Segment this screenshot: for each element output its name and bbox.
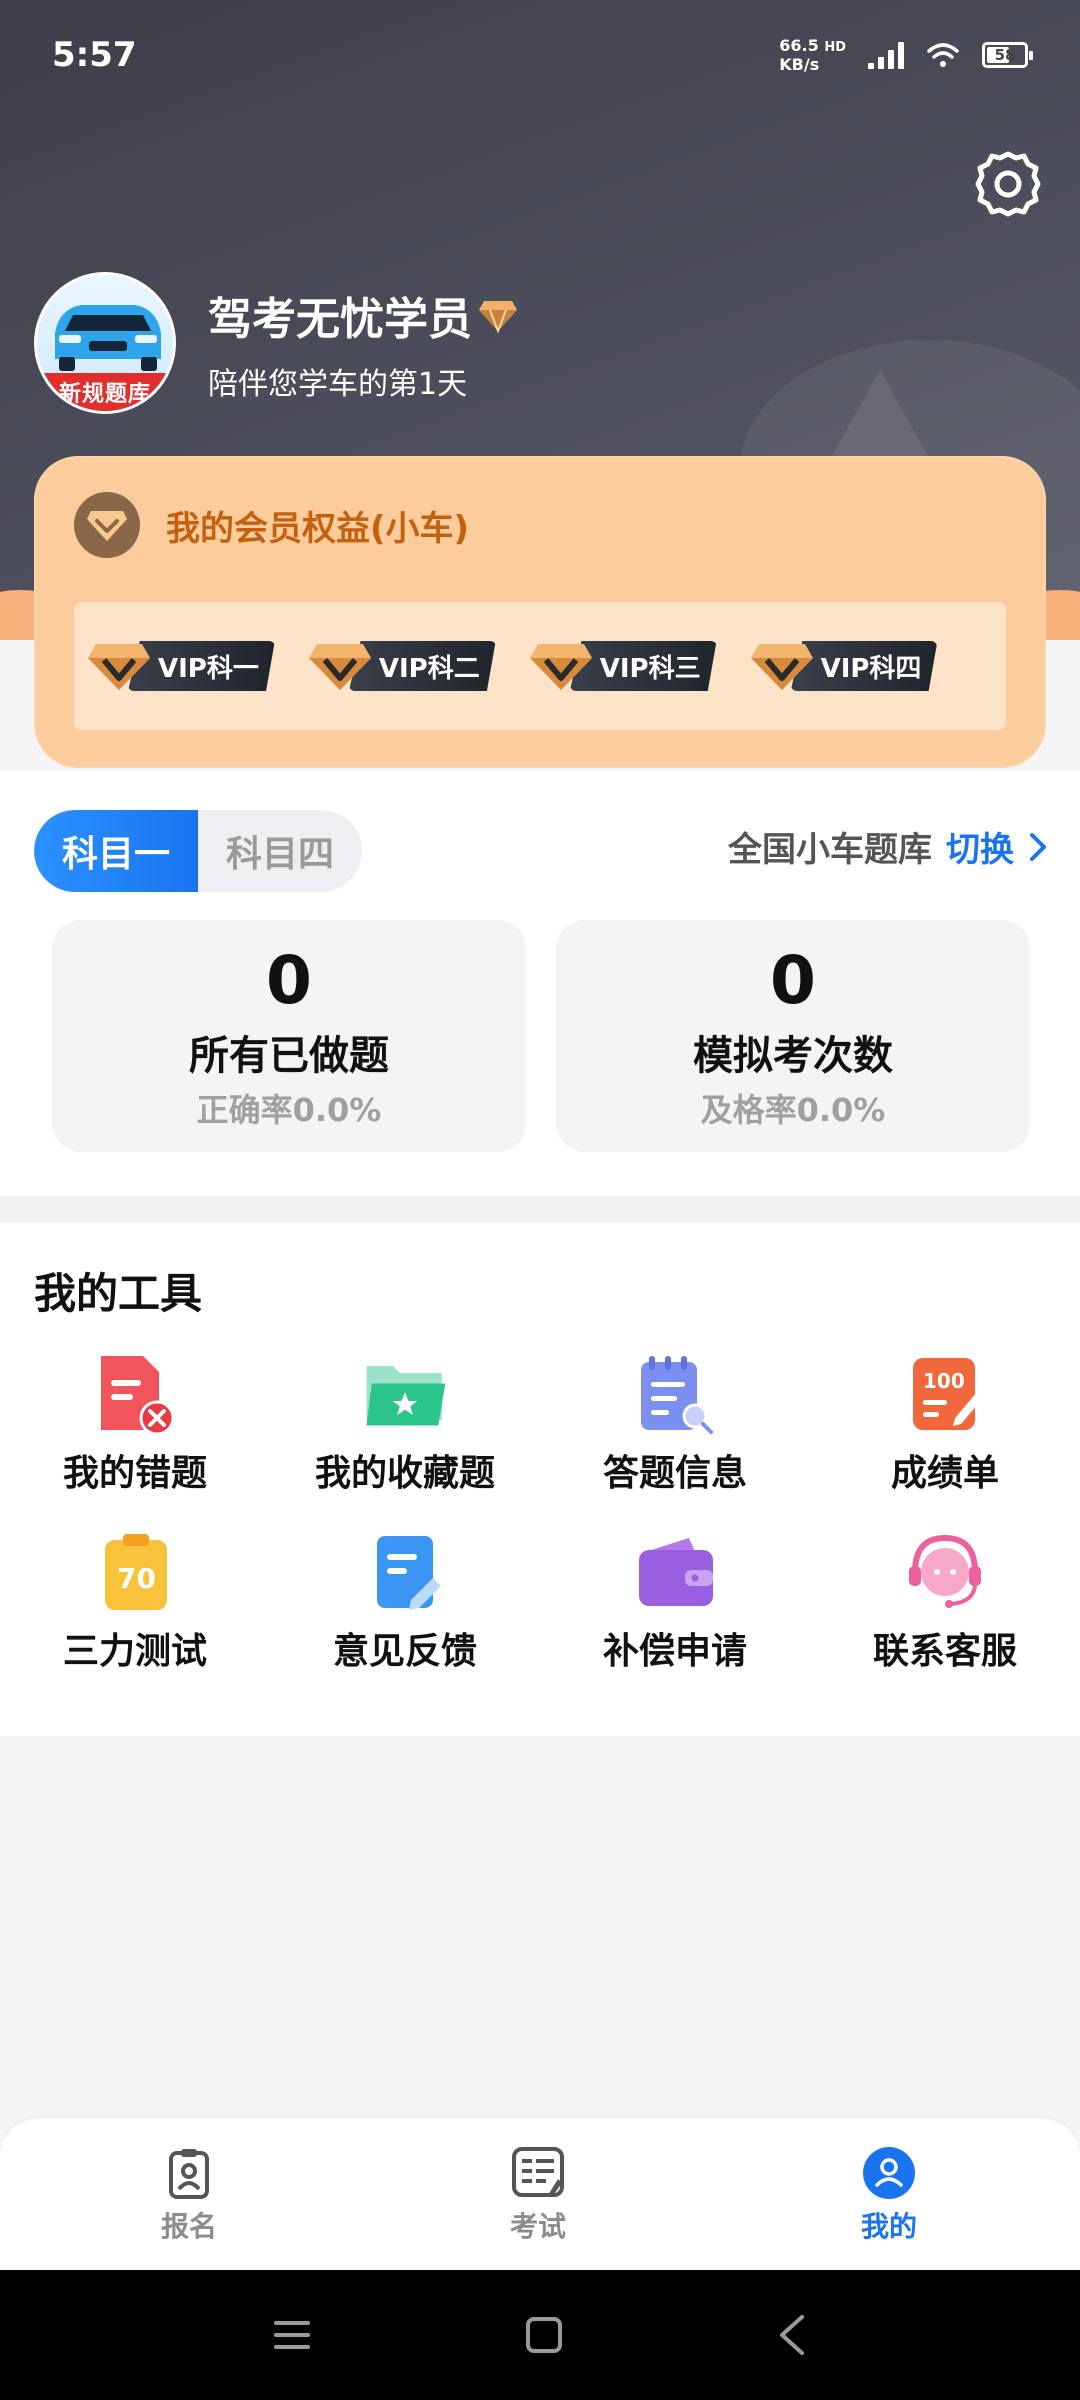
vip-tags: VIP科一 VIP科二 VIP科三 VIP科四	[74, 602, 1006, 730]
nav-register[interactable]: 报名	[0, 2143, 378, 2245]
vip-gem-icon	[529, 644, 592, 690]
net-speed-unit: KB/s	[779, 55, 820, 74]
vip-title-row: 我的会员权益(小车)	[74, 492, 469, 558]
nav-label: 我的	[860, 2210, 917, 2243]
vip-tag-subject1[interactable]: VIP科一	[86, 638, 275, 694]
avatar[interactable]: 新规题库	[34, 272, 176, 414]
nav-exam[interactable]: 考试	[378, 2143, 698, 2245]
subject-tabs: 科目一 科目四	[34, 810, 362, 892]
tab-subject-four[interactable]: 科目四	[198, 810, 362, 892]
tool-label: 补偿申请	[602, 1631, 747, 1672]
favorite-folder-icon	[363, 1352, 447, 1436]
net-speed: 66.5 HD KB/s	[779, 37, 846, 73]
bottom-navigation: 报名 考试 我的	[0, 2118, 1080, 2270]
stat-card-questions-done[interactable]: 0 所有已做题 正确率0.0%	[52, 920, 526, 1152]
battery-level: 58	[994, 46, 1016, 64]
avatar-banner: 新规题库	[37, 373, 173, 411]
vip-gem-icon	[88, 644, 150, 690]
vip-tag-subject2[interactable]: VIP科二	[307, 638, 496, 694]
car-logo-icon	[55, 305, 161, 371]
user-name-text: 驾考无忧学员	[208, 294, 472, 345]
stat-label: 所有已做题	[189, 1033, 389, 1079]
question-bank-label: 全国小车题库	[728, 830, 932, 870]
nav-label: 报名	[160, 2210, 217, 2243]
signal-icon	[868, 41, 904, 69]
tool-label: 答题信息	[602, 1453, 747, 1494]
status-bar: 5:57 66.5 HD KB/s 58	[0, 0, 1080, 110]
tool-label: 联系客服	[872, 1631, 1017, 1672]
tool-label: 成绩单	[890, 1453, 999, 1494]
tool-favorites[interactable]: 我的收藏题	[270, 1352, 540, 1496]
vip-badge-icon	[74, 492, 140, 558]
tool-compensation[interactable]: 补偿申请	[540, 1530, 810, 1674]
tool-answer-info[interactable]: 答题信息	[540, 1352, 810, 1496]
wifi-icon	[927, 43, 959, 67]
diamond-icon	[479, 301, 517, 333]
user-profile[interactable]: 新规题库 驾考无忧学员 陪伴您学车的第1天	[34, 272, 518, 414]
menu-icon[interactable]	[270, 2315, 314, 2355]
settings-gear-icon[interactable]	[972, 148, 1044, 220]
tool-label: 我的错题	[62, 1453, 207, 1494]
exam-icon	[512, 2147, 564, 2197]
compensation-wallet-icon	[633, 1530, 717, 1614]
svg-text:100: 100	[923, 1369, 965, 1393]
tool-label: 我的收藏题	[314, 1453, 495, 1494]
switch-link[interactable]: 切换	[946, 822, 1014, 871]
tool-score-sheet[interactable]: 100 成绩单	[810, 1352, 1080, 1496]
user-subtitle: 陪伴您学车的第1天	[208, 367, 468, 402]
system-navigation-bar	[0, 2270, 1080, 2400]
vip-benefits-card[interactable]: 我的会员权益(小车) VIP科一 VIP科二 VIP科三 VIP科四	[34, 456, 1046, 768]
tools-title: 我的工具	[34, 1269, 203, 1318]
register-icon	[169, 2149, 209, 2199]
net-speed-value: 66.5	[779, 36, 819, 55]
tool-customer-service[interactable]: 联系客服	[810, 1530, 1080, 1674]
status-indicators: 66.5 HD KB/s 58	[779, 37, 1033, 73]
tool-label: 三力测试	[62, 1631, 207, 1672]
nav-mine[interactable]: 我的	[698, 2143, 1080, 2245]
wrong-questions-icon	[93, 1352, 177, 1436]
tab-subject-one[interactable]: 科目一	[34, 810, 198, 892]
stat-label: 模拟考次数	[693, 1033, 893, 1079]
tool-three-ability-test[interactable]: 70 三力测试	[0, 1530, 270, 1674]
vip-gem-icon	[750, 644, 813, 690]
net-type: HD	[824, 40, 846, 55]
vip-tag-subject4[interactable]: VIP科四	[749, 638, 938, 694]
battery-icon: 58	[982, 42, 1033, 68]
status-time: 5:57	[52, 35, 137, 75]
vip-gem-icon	[308, 644, 371, 690]
tool-wrong-questions[interactable]: 我的错题	[0, 1352, 270, 1496]
profile-info: 驾考无忧学员 陪伴您学车的第1天	[208, 283, 518, 403]
feedback-icon	[363, 1530, 447, 1614]
vip-tag-subject3[interactable]: VIP科三	[528, 638, 717, 694]
back-icon[interactable]	[774, 2313, 810, 2357]
chevron-right-icon	[1030, 832, 1046, 861]
stat-value: 0	[770, 942, 816, 1019]
section-divider	[0, 1196, 1080, 1222]
stat-sub: 正确率0.0%	[196, 1091, 382, 1129]
three-ability-test-icon: 70	[93, 1530, 177, 1614]
tools-section: 我的工具 我的错题 我的收藏题 答题信息 100 成绩单 70 三力测试 意见反…	[0, 1222, 1080, 1736]
home-icon[interactable]	[524, 2315, 564, 2355]
stat-card-mock-exams[interactable]: 0 模拟考次数 及格率0.0%	[556, 920, 1030, 1152]
answer-info-icon	[633, 1352, 717, 1436]
nav-label: 考试	[509, 2210, 566, 2243]
tool-feedback[interactable]: 意见反馈	[270, 1530, 540, 1674]
svg-text:70: 70	[117, 1562, 156, 1595]
stat-sub: 及格率0.0%	[700, 1091, 886, 1129]
profile-icon	[863, 2147, 915, 2199]
question-bank-switch[interactable]: 全国小车题库 切换	[728, 822, 1048, 871]
tools-grid: 我的错题 我的收藏题 答题信息 100 成绩单 70 三力测试 意见反馈 补偿申…	[0, 1352, 1080, 1674]
header-decoration-peak	[830, 370, 930, 460]
score-sheet-icon: 100	[903, 1352, 987, 1436]
vip-title: 我的会员权益(小车)	[166, 508, 470, 549]
tool-label: 意见反馈	[332, 1631, 477, 1672]
customer-service-icon	[903, 1530, 987, 1614]
user-name: 驾考无忧学员	[208, 283, 518, 347]
stat-value: 0	[266, 942, 312, 1019]
